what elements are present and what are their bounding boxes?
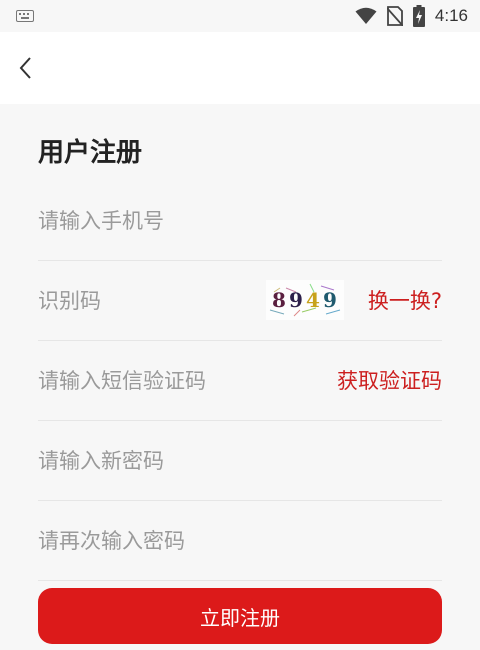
sms-code-row: 请输入短信验证码 获取验证码 (38, 340, 442, 421)
captcha-image[interactable]: 8 9 4 9 (265, 280, 344, 320)
register-form-area: 用户注册 请输入手机号 识别码 8 9 4 9 换一换? 请输入短信验证码 获取… (0, 104, 480, 650)
register-button-label: 立即注册 (200, 605, 280, 630)
battery-charging-icon (412, 5, 425, 27)
captcha-char-1: 8 (272, 288, 286, 312)
refresh-captcha-link[interactable]: 换一换? (368, 285, 442, 315)
register-button[interactable]: 立即注册 (38, 588, 442, 644)
new-password-placeholder: 请输入新密码 (38, 449, 164, 473)
no-sim-icon (386, 6, 403, 26)
phone-input[interactable]: 请输入手机号 (38, 180, 442, 261)
confirm-password-placeholder: 请再次输入密码 (38, 529, 185, 553)
keyboard-icon (16, 10, 34, 22)
status-time: 4:16 (434, 6, 468, 25)
captcha-char-2: 9 (289, 288, 303, 312)
captcha-char-3: 4 (306, 288, 320, 312)
back-button[interactable] (10, 52, 42, 84)
new-password-input[interactable]: 请输入新密码 (38, 420, 442, 501)
captcha-row: 识别码 8 9 4 9 换一换? (38, 260, 442, 341)
chevron-left-icon (19, 57, 31, 79)
captcha-input[interactable]: 识别码 (38, 285, 266, 315)
sms-code-input[interactable]: 请输入短信验证码 (38, 365, 337, 395)
status-bar: 4:16 (0, 0, 480, 32)
wifi-icon (355, 7, 377, 24)
confirm-password-input[interactable]: 请再次输入密码 (38, 500, 442, 581)
phone-input-placeholder: 请输入手机号 (38, 209, 164, 233)
get-code-button[interactable]: 获取验证码 (337, 365, 442, 395)
captcha-noise: 8 9 4 9 (269, 283, 340, 317)
page-title: 用户注册 (38, 138, 143, 168)
captcha-char-4: 9 (323, 288, 337, 312)
app-bar (0, 32, 480, 104)
